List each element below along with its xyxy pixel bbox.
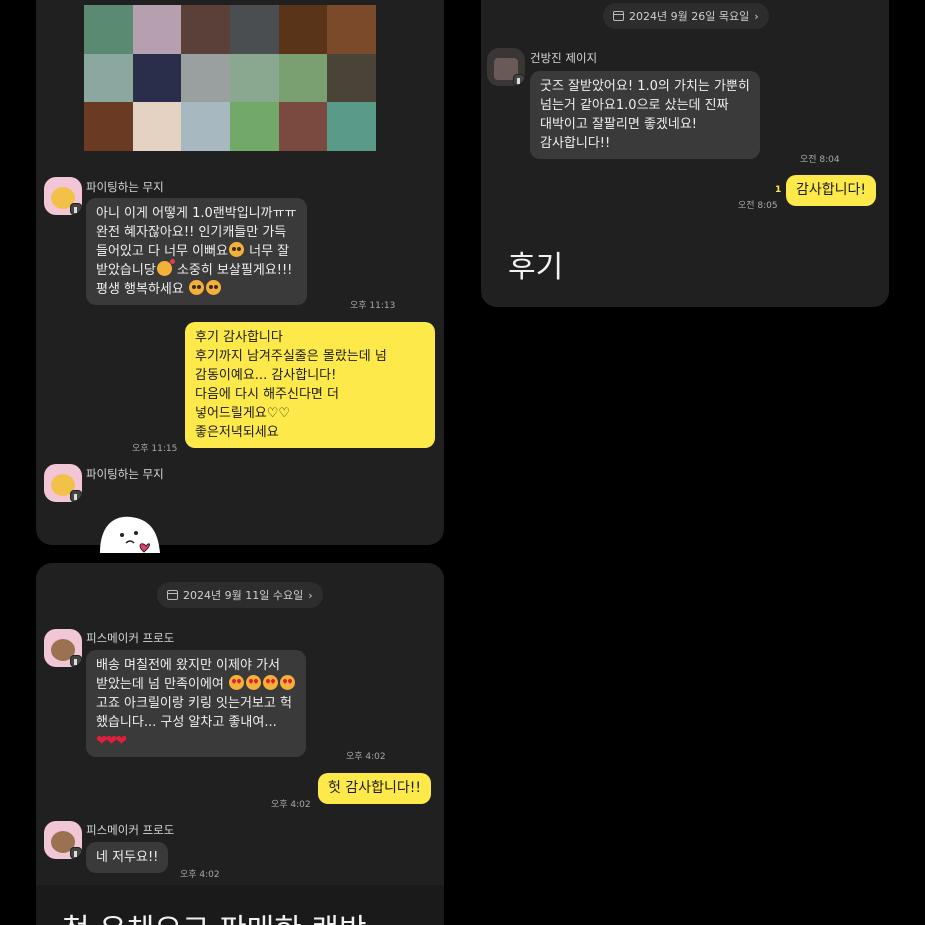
heart-eyes-face-icon — [280, 675, 296, 690]
date-divider[interactable]: 2024년 9월 26일 목요일 › — [603, 3, 769, 29]
mosaic-tile — [278, 5, 328, 54]
message-line: 배송 며칠전에 왔지만 이제야 가서 — [96, 658, 280, 673]
mosaic-tile — [327, 5, 376, 54]
chat-card-3: 2024년 9월 11일 수요일 › 피스메이커 프로도 배송 며칠전에 왔지만… — [36, 563, 444, 925]
sender-avatar[interactable] — [44, 629, 82, 667]
sender-avatar[interactable] — [44, 177, 82, 215]
smiling-hearts-face-icon — [156, 259, 175, 276]
pleading-face-icon — [189, 280, 204, 295]
profile-badge-icon — [70, 847, 82, 859]
date-label: 2024년 9월 26일 목요일 — [629, 10, 750, 23]
message-line: 후기까지 남겨주실줄은 몰랐는데 넘 — [195, 349, 387, 364]
message-time: 오후 4:02 — [180, 870, 220, 880]
chevron-right-icon: › — [754, 9, 759, 23]
mosaic-tile — [230, 5, 279, 54]
message-line: 대박이고 잘팔리면 좋겠네요! — [540, 117, 697, 132]
message-line: 평생 행복하세요 — [96, 280, 297, 299]
sender-avatar[interactable] — [487, 48, 525, 86]
mosaic-tile — [132, 102, 182, 151]
profile-badge-icon — [513, 74, 525, 86]
mosaic-tile — [84, 53, 133, 103]
profile-badge-icon — [70, 490, 82, 502]
message-time: 오전 8:05 — [738, 201, 778, 211]
message-line: 넘는거 같아요1.0으로 샀는데 진짜 — [540, 98, 729, 113]
message-line: 받았는데 넘 만족이에여 — [96, 675, 296, 694]
message-line: 굿즈 잘받았어요! 1.0의 가치는 가뿐히 — [540, 79, 750, 94]
review-caption: 후기 — [508, 250, 564, 285]
profile-badge-icon — [70, 203, 82, 215]
mosaic-tile — [181, 5, 230, 54]
message-line: 완전 혜자잖아요!! 인기캐들만 가득 — [96, 225, 287, 240]
mosaic-tile — [327, 102, 376, 151]
sender-name: 건방진 제이지 — [530, 51, 598, 65]
message-bubble[interactable]: 아니 이게 어떻게 1.0랜박입니까ㅠㅠ 완전 혜자잖아요!! 인기캐들만 가득… — [86, 198, 307, 305]
mosaic-tile — [84, 102, 133, 151]
unread-count: 1 — [775, 185, 782, 195]
sender-name: 파이팅하는 무지 — [86, 180, 164, 194]
sender-name: 피스메이커 프로도 — [86, 631, 175, 645]
mosaic-tile — [278, 53, 328, 103]
date-label: 2024년 9월 11일 수요일 — [183, 589, 304, 602]
heart-eyes-face-icon — [263, 675, 279, 690]
message-time: 오후 4:02 — [271, 800, 311, 810]
chat-card-1: 파이팅하는 무지 아니 이게 어떻게 1.0랜박입니까ㅠㅠ 완전 혜자잖아요!!… — [36, 0, 444, 545]
message-line: 좋은저녁되세요 — [195, 425, 279, 440]
sticker-image[interactable] — [96, 513, 166, 553]
message-line: 들어있고 다 너무 이뻐요 너무 잘 — [96, 242, 290, 259]
calendar-icon — [613, 11, 624, 21]
message-line: ❤❤❤ — [96, 732, 296, 751]
message-line: 했습니다... 구성 알차고 좋내여... — [96, 715, 277, 730]
message-line: 감사합니다!! — [540, 136, 611, 151]
message-time: 오후 11:13 — [350, 301, 396, 311]
mosaic-tile — [132, 5, 182, 54]
mosaic-tile — [230, 53, 279, 103]
sender-name: 파이팅하는 무지 — [86, 467, 164, 481]
mosaic-tile — [278, 102, 328, 151]
heart-eyes-face-icon — [246, 675, 262, 690]
heart-eyes-face-icon — [229, 675, 245, 690]
message-bubble[interactable]: 배송 며칠전에 왔지만 이제야 가서 받았는데 넘 만족이에여 고죠 아크릴이랑… — [86, 650, 307, 757]
my-message-bubble[interactable]: 헛 감사합니다!! — [318, 773, 431, 804]
mosaic-tile — [84, 5, 133, 54]
message-line: 아니 이게 어떻게 1.0랜박입니까ㅠㅠ — [96, 206, 297, 221]
calendar-icon — [167, 590, 178, 600]
pleading-face-icon — [206, 280, 221, 295]
message-line: 고죠 아크릴이랑 키링 잇는거보고 헉 — [96, 696, 292, 711]
message-line: 넣어드릴게요♡♡ — [195, 406, 291, 421]
mosaic-tile — [181, 53, 230, 103]
review-caption: 첫 우체오크 판매한 랜박 — [62, 905, 367, 925]
mosaic-tile — [181, 102, 230, 151]
mosaic-tile — [230, 102, 279, 151]
sender-avatar[interactable] — [44, 464, 82, 502]
chat-card-2: 2024년 9월 26일 목요일 › 건방진 제이지 굿즈 잘받았어요! 1.0… — [481, 0, 889, 307]
sender-avatar[interactable] — [44, 821, 82, 859]
sender-name: 피스메이커 프로도 — [86, 823, 175, 837]
message-bubble[interactable]: 네 저두요!! — [86, 842, 169, 873]
blurred-photo[interactable] — [84, 5, 376, 151]
message-line: 후기 감사합니다 — [195, 330, 283, 345]
message-time: 오후 11:15 — [132, 444, 178, 454]
pleading-face-icon — [229, 242, 244, 257]
profile-badge-icon — [70, 655, 82, 667]
message-bubble[interactable]: 굿즈 잘받았어요! 1.0의 가치는 가뿐히 넘는거 같아요1.0으로 샀는데 … — [530, 71, 760, 159]
message-line: 감동이예요... 감사합니다! — [195, 368, 337, 383]
mosaic-tile — [132, 53, 182, 103]
date-divider[interactable]: 2024년 9월 11일 수요일 › — [157, 582, 323, 608]
message-time: 오전 8:04 — [800, 155, 840, 165]
mosaic-tile — [327, 53, 376, 103]
red-heart-icon: ❤❤❤ — [96, 733, 127, 749]
message-time: 오후 4:02 — [346, 752, 386, 762]
my-message-bubble[interactable]: 감사합니다! — [786, 175, 877, 206]
message-line: 받았습니당 소중히 보살필게요!!! — [96, 259, 293, 278]
my-message-bubble[interactable]: 후기 감사합니다 후기까지 남겨주실줄은 몰랐는데 넘 감동이예요... 감사합… — [185, 322, 435, 448]
chevron-right-icon: › — [308, 588, 313, 602]
message-line: 다음에 다시 해주신다면 더 — [195, 387, 339, 402]
